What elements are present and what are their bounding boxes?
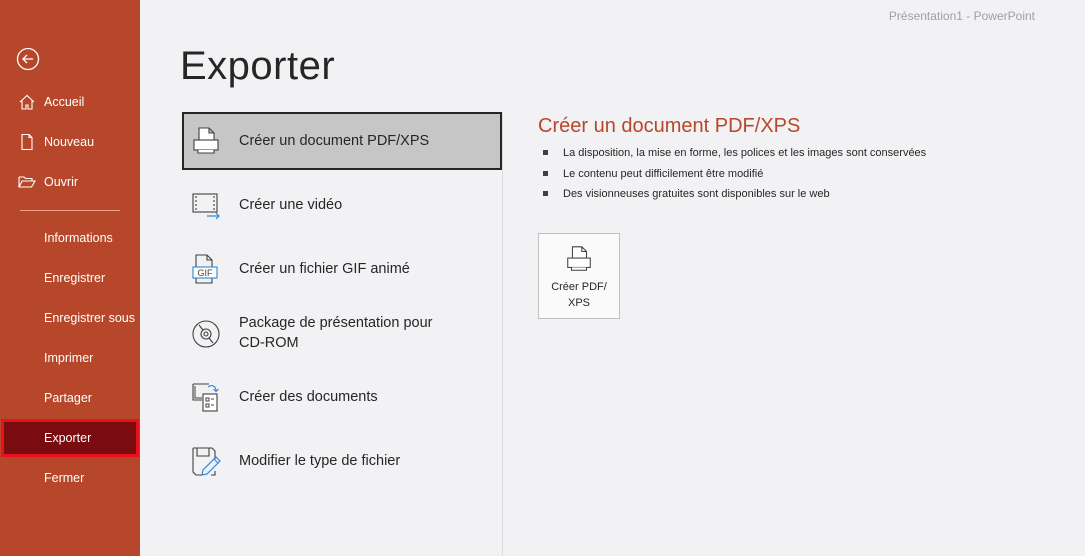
export-option-handouts[interactable]: Créer des documents bbox=[182, 368, 502, 426]
list-divider bbox=[502, 112, 503, 556]
home-icon bbox=[19, 94, 35, 110]
detail-title: Créer un document PDF/XPS bbox=[538, 115, 801, 137]
sidebar-item-fermer[interactable]: Fermer bbox=[0, 459, 140, 497]
export-option-video[interactable]: Créer une vidéo bbox=[182, 176, 502, 234]
change-file-type-icon bbox=[192, 447, 221, 476]
export-option-label: Créer des documents bbox=[239, 389, 378, 405]
sidebar-item-informations[interactable]: Informations bbox=[0, 219, 140, 257]
gif-file-icon: GIF bbox=[192, 254, 218, 284]
detail-bullet: Des visionneuses gratuites sont disponib… bbox=[543, 186, 926, 207]
export-option-label: Modifier le type de fichier bbox=[239, 453, 401, 469]
sidebar-item-label: Enregistrer sous bbox=[44, 311, 136, 325]
export-option-change-file-type[interactable]: Modifier le type de fichier bbox=[182, 432, 502, 490]
sidebar-item-label: Exporter bbox=[44, 431, 92, 445]
export-option-gif[interactable]: GIF Créer un fichier GIF animé bbox=[182, 240, 502, 298]
pdf-printer-icon bbox=[567, 246, 591, 271]
sidebar-item-label: Accueil bbox=[44, 95, 85, 109]
new-document-icon bbox=[21, 134, 33, 150]
detail-bullet: Le contenu peut difficilement être modif… bbox=[543, 166, 926, 187]
export-option-label: Créer un fichier GIF animé bbox=[239, 261, 410, 277]
back-arrow-icon bbox=[16, 47, 40, 71]
sidebar-item-label: Nouveau bbox=[44, 135, 95, 149]
detail-bullet-list: La disposition, la mise en forme, les po… bbox=[543, 145, 926, 207]
create-pdf-xps-label: Créer PDF/XPS bbox=[551, 281, 607, 309]
sidebar-item-accueil[interactable]: Accueil bbox=[0, 83, 140, 121]
sidebar-divider bbox=[20, 210, 120, 211]
sidebar-item-label: Enregistrer bbox=[44, 271, 106, 285]
sidebar-item-exporter[interactable]: Exporter bbox=[1, 419, 139, 457]
sidebar-item-label: Ouvrir bbox=[44, 175, 79, 189]
sidebar-item-label: Imprimer bbox=[44, 351, 94, 365]
export-option-label: Créer une vidéo bbox=[239, 197, 343, 213]
export-option-pdf-xps[interactable]: Créer un document PDF/XPS bbox=[182, 112, 502, 170]
sidebar-item-enregistrer-sous[interactable]: Enregistrer sous bbox=[0, 299, 140, 337]
window-title: Présentation1 - PowerPoint bbox=[888, 9, 1035, 23]
folder-open-icon bbox=[18, 176, 36, 188]
video-export-icon bbox=[192, 193, 220, 220]
backstage-sidebar: Accueil Nouveau Ouvrir Informations Enre… bbox=[0, 0, 140, 556]
create-pdf-xps-button[interactable]: Créer PDF/XPS bbox=[538, 233, 620, 319]
sidebar-item-imprimer[interactable]: Imprimer bbox=[0, 339, 140, 377]
svg-text:GIF: GIF bbox=[198, 268, 214, 278]
sidebar-item-label: Partager bbox=[44, 391, 92, 405]
sidebar-item-label: Informations bbox=[44, 231, 113, 245]
page-title: Exporter bbox=[180, 44, 336, 88]
export-option-label: Créer un document PDF/XPS bbox=[239, 133, 430, 149]
sidebar-item-partager[interactable]: Partager bbox=[0, 379, 140, 417]
sidebar-item-nouveau[interactable]: Nouveau bbox=[0, 123, 140, 161]
export-option-cd-package[interactable]: Package de présentation pour CD-ROM bbox=[182, 304, 502, 366]
handouts-icon bbox=[192, 383, 219, 412]
sidebar-item-enregistrer[interactable]: Enregistrer bbox=[0, 259, 140, 297]
detail-bullet: La disposition, la mise en forme, les po… bbox=[543, 145, 926, 166]
pdf-printer-icon bbox=[193, 127, 219, 154]
sidebar-item-ouvrir[interactable]: Ouvrir bbox=[0, 163, 140, 201]
cd-rom-icon bbox=[192, 320, 220, 348]
export-option-label: Package de présentation pour CD-ROM bbox=[239, 315, 433, 351]
sidebar-item-label: Fermer bbox=[44, 471, 85, 485]
back-button[interactable] bbox=[16, 47, 40, 71]
